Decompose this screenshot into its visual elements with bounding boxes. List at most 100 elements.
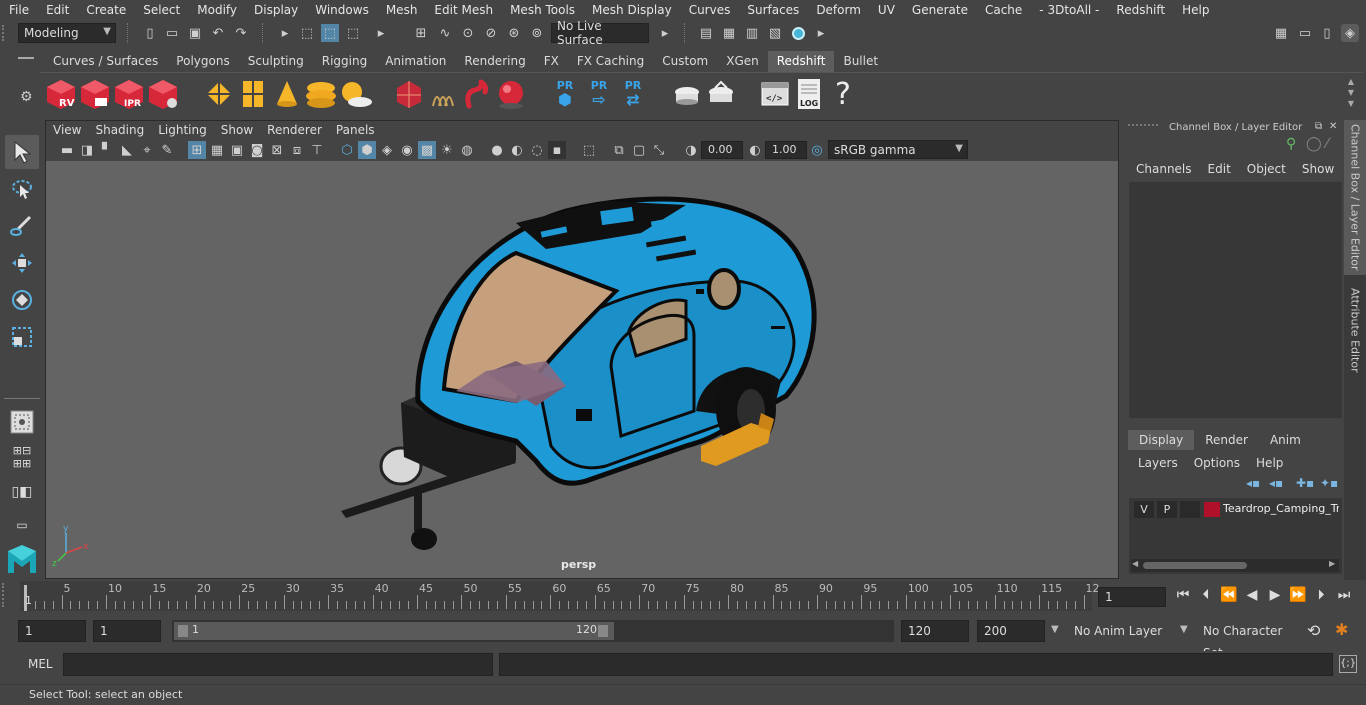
isolate-select-icon[interactable]: ⬚ bbox=[580, 141, 598, 159]
layer-display-type-toggle[interactable] bbox=[1180, 501, 1200, 518]
render-frame-icon[interactable]: ▦ bbox=[720, 24, 738, 42]
channel-list[interactable] bbox=[1129, 182, 1342, 418]
menu-windows[interactable]: Windows bbox=[306, 3, 377, 17]
make-live-icon[interactable]: ⊚ bbox=[528, 24, 546, 42]
menu-redshift[interactable]: Redshift bbox=[1107, 3, 1173, 17]
scroll-left-icon[interactable]: ◀ bbox=[1132, 559, 1138, 568]
image-plane-icon[interactable]: ◣ bbox=[118, 141, 136, 159]
menu-deform[interactable]: Deform bbox=[807, 3, 869, 17]
layer-playback-toggle[interactable]: P bbox=[1157, 501, 1177, 518]
log-file-icon[interactable]: LOG bbox=[792, 76, 826, 112]
float-icon[interactable]: ⧉ bbox=[1315, 121, 1322, 132]
menu-display[interactable]: Display bbox=[245, 3, 306, 17]
toggle-panel-icon[interactable]: ▭ bbox=[1296, 24, 1314, 42]
viewport-menu-lighting[interactable]: Lighting bbox=[151, 121, 214, 139]
viewport-menu-show[interactable]: Show bbox=[214, 121, 260, 139]
layer-visibility-toggle[interactable]: V bbox=[1134, 501, 1154, 518]
menu-create[interactable]: Create bbox=[77, 3, 134, 17]
ambient-occlusion-icon[interactable]: ● bbox=[488, 141, 506, 159]
redshift-dome-light-icon[interactable] bbox=[304, 76, 338, 112]
command-input[interactable] bbox=[63, 653, 493, 676]
range-slider-bar-fill[interactable]: 1 120 bbox=[174, 622, 614, 640]
redshift-ipr-icon[interactable]: IPR bbox=[112, 76, 146, 112]
open-scene-icon[interactable]: ▭ bbox=[163, 24, 181, 42]
exposure-icon[interactable]: ◑ bbox=[682, 141, 700, 159]
tab-attribute-editor[interactable]: Attribute Editor bbox=[1344, 280, 1366, 380]
tab-channel-box[interactable]: Channel Box / Layer Editor bbox=[1344, 120, 1366, 275]
range-slider[interactable]: 1 120 bbox=[172, 620, 894, 642]
go-to-start-icon[interactable]: ⏮ bbox=[1174, 587, 1192, 603]
scroll-right-icon[interactable]: ▶ bbox=[1329, 559, 1335, 568]
menu-mesh-display[interactable]: Mesh Display bbox=[583, 3, 680, 17]
xray-icon[interactable]: ◍ bbox=[458, 141, 476, 159]
redshift-render-view-icon[interactable]: RV bbox=[44, 76, 78, 112]
gamma-field[interactable]: 1.00 bbox=[765, 141, 807, 159]
range-start-handle[interactable] bbox=[178, 625, 188, 637]
time-ruler[interactable]: 5 10 15 20 25 30 35 40 45 50 55 60 65 70 75 80 85 90 95 100… bbox=[20, 581, 1100, 611]
layers-icon[interactable]: ◈ bbox=[1341, 24, 1359, 42]
channel-menu-channels[interactable]: Channels bbox=[1136, 162, 1192, 176]
xray-joints-icon[interactable]: ⧉ bbox=[610, 141, 628, 159]
auto-key-icon[interactable]: ⟲ bbox=[1307, 621, 1320, 640]
channel-key-icon[interactable]: ⚲ bbox=[1286, 136, 1296, 152]
menu-file[interactable]: File bbox=[0, 3, 37, 17]
play-forwards-icon[interactable]: ▶ bbox=[1266, 587, 1284, 603]
gamma-icon[interactable]: ◐ bbox=[746, 141, 764, 159]
color-management-icon[interactable]: ◎ bbox=[808, 141, 826, 159]
shelf-tab-custom[interactable]: Custom bbox=[653, 51, 718, 72]
redshift-pr-export-icon[interactable]: PR ⇨ bbox=[582, 76, 616, 112]
toggle-sidebar-icon[interactable]: ▯ bbox=[1318, 24, 1336, 42]
menu-help[interactable]: Help bbox=[1173, 3, 1217, 17]
viewport-menu-shading[interactable]: Shading bbox=[88, 121, 151, 139]
shelf-tab-fx[interactable]: FX bbox=[534, 51, 568, 72]
viewport-menu-view[interactable]: View bbox=[46, 121, 88, 139]
trailer-model[interactable]: y x z bbox=[46, 161, 1118, 578]
redshift-area-light-icon[interactable] bbox=[236, 76, 270, 112]
use-all-lights-icon[interactable]: ▩ bbox=[418, 141, 436, 159]
field-chart-icon[interactable]: ⊠ bbox=[268, 141, 286, 159]
character-set-dropdown[interactable]: No Character Set bbox=[1197, 620, 1302, 660]
smooth-shade-icon[interactable]: ⬢ bbox=[358, 141, 376, 159]
textured-icon[interactable]: ◉ bbox=[398, 141, 416, 159]
workspace-icon[interactable]: ▦ bbox=[1272, 24, 1290, 42]
grease-pencil-icon[interactable]: ✎ bbox=[158, 141, 176, 159]
layer-menu-layers[interactable]: Layers bbox=[1138, 456, 1178, 470]
paint-select-tool-icon[interactable] bbox=[5, 209, 39, 243]
menu-mesh-tools[interactable]: Mesh Tools bbox=[501, 3, 583, 17]
redshift-pr-create-icon[interactable]: PR ⬢ bbox=[548, 76, 582, 112]
redshift-render-sequence-icon[interactable] bbox=[78, 76, 112, 112]
layer-menu-options[interactable]: Options bbox=[1194, 456, 1240, 470]
new-scene-icon[interactable]: ▯ bbox=[141, 24, 159, 42]
redshift-spot-light-icon[interactable] bbox=[270, 76, 304, 112]
bake-icon[interactable] bbox=[670, 76, 704, 112]
chevron-right-icon[interactable]: ▸ bbox=[276, 24, 294, 42]
step-back-key-icon[interactable]: ⏴ bbox=[1197, 587, 1215, 603]
backface-culling-icon[interactable]: ⤡ bbox=[650, 141, 668, 159]
viewport-menu-panels[interactable]: Panels bbox=[329, 121, 382, 139]
shelf-scroll-arrows-icon[interactable]: ▲ ▼ ▼ bbox=[1345, 76, 1357, 110]
menu-uv[interactable]: UV bbox=[869, 3, 903, 17]
start-time-field[interactable]: 1 bbox=[18, 620, 86, 642]
close-icon[interactable]: ✕ bbox=[1329, 121, 1337, 132]
select-object-icon[interactable]: ⬚ bbox=[321, 24, 339, 42]
chevron-down-icon[interactable]: ▼ bbox=[1051, 624, 1059, 635]
channel-menu-edit[interactable]: Edit bbox=[1208, 162, 1231, 176]
channel-lock-icon[interactable]: ◯ bbox=[1306, 136, 1322, 152]
chevron-right-icon[interactable]: ▸ bbox=[812, 24, 830, 42]
shelf-menu-icon[interactable] bbox=[18, 57, 34, 69]
shelf-tab-polygons[interactable]: Polygons bbox=[167, 51, 239, 72]
shelf-tab-rendering[interactable]: Rendering bbox=[455, 51, 535, 72]
redshift-proxy-icon[interactable] bbox=[202, 76, 236, 112]
bake-sets-icon[interactable] bbox=[704, 76, 738, 112]
channel-menu-show[interactable]: Show bbox=[1302, 162, 1334, 176]
anim-start-field[interactable]: 1 bbox=[93, 620, 161, 642]
layout-outliner-icon[interactable]: ▭ bbox=[7, 518, 37, 534]
current-frame-field[interactable]: 1 bbox=[1098, 587, 1166, 607]
color-space-dropdown[interactable]: sRGB gamma ▼ bbox=[828, 140, 968, 159]
command-language-label[interactable]: MEL bbox=[28, 657, 53, 671]
grid-icon[interactable]: ⊞ bbox=[188, 141, 206, 159]
select-hierarchy-icon[interactable]: ⬚ bbox=[298, 24, 316, 42]
shelf-settings-icon[interactable]: ⚙ bbox=[20, 90, 34, 104]
move-layer-down-icon[interactable]: ◂▪ bbox=[1269, 476, 1283, 490]
channel-menu-object[interactable]: Object bbox=[1247, 162, 1286, 176]
